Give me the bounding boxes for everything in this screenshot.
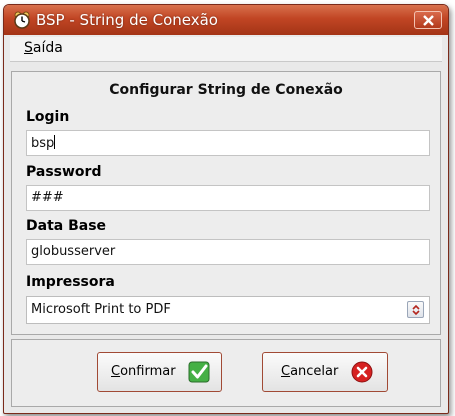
menu-bar: Saída: [10, 37, 442, 62]
login-label: Login: [26, 109, 70, 125]
database-label: Data Base: [26, 218, 107, 234]
checkmark-icon: [188, 361, 210, 387]
password-label: Password: [26, 164, 102, 180]
confirm-label-text: onfirmar: [120, 364, 176, 379]
app-clock-icon: [13, 11, 31, 29]
button-panel: Confirmar Cancelar: [11, 339, 441, 407]
printer-selected-value: Microsoft Print to PDF: [31, 302, 171, 317]
close-icon: [423, 15, 434, 26]
printer-label: Impressora: [26, 274, 115, 290]
form-heading: Configurar String de Conexão: [109, 82, 343, 98]
cancel-button[interactable]: Cancelar: [262, 352, 388, 392]
title-bar[interactable]: BSP - String de Conexão: [4, 5, 448, 35]
window-title: BSP - String de Conexão: [36, 11, 218, 29]
confirm-button[interactable]: Confirmar: [97, 352, 222, 392]
password-field[interactable]: ###: [26, 185, 430, 211]
login-field[interactable]: bsp: [26, 130, 430, 156]
database-value: globusserver: [31, 244, 116, 259]
password-value: ###: [31, 190, 64, 205]
cancel-label: Cancelar: [281, 364, 338, 379]
printer-select[interactable]: Microsoft Print to PDF: [26, 296, 430, 324]
cancel-label-text: ancelar: [290, 364, 339, 379]
confirm-label: Confirmar: [111, 364, 176, 379]
confirm-accesskey: C: [111, 364, 121, 379]
text-caret: [54, 135, 56, 149]
menu-item-saida[interactable]: Saída: [24, 40, 63, 56]
menu-item-saida-accesskey: S: [24, 40, 33, 56]
select-arrows-icon[interactable]: [407, 301, 424, 318]
cancel-x-icon: [351, 361, 373, 387]
close-button[interactable]: [414, 11, 442, 29]
connection-form-panel: Configurar String de Conexão Login bsp P…: [11, 71, 441, 335]
login-value: bsp: [31, 136, 55, 151]
cancel-accesskey: C: [281, 364, 291, 379]
database-field[interactable]: globusserver: [26, 239, 430, 265]
dialog-window: BSP - String de Conexão Saída Configurar…: [3, 4, 449, 414]
menu-item-saida-label: aída: [32, 40, 63, 56]
